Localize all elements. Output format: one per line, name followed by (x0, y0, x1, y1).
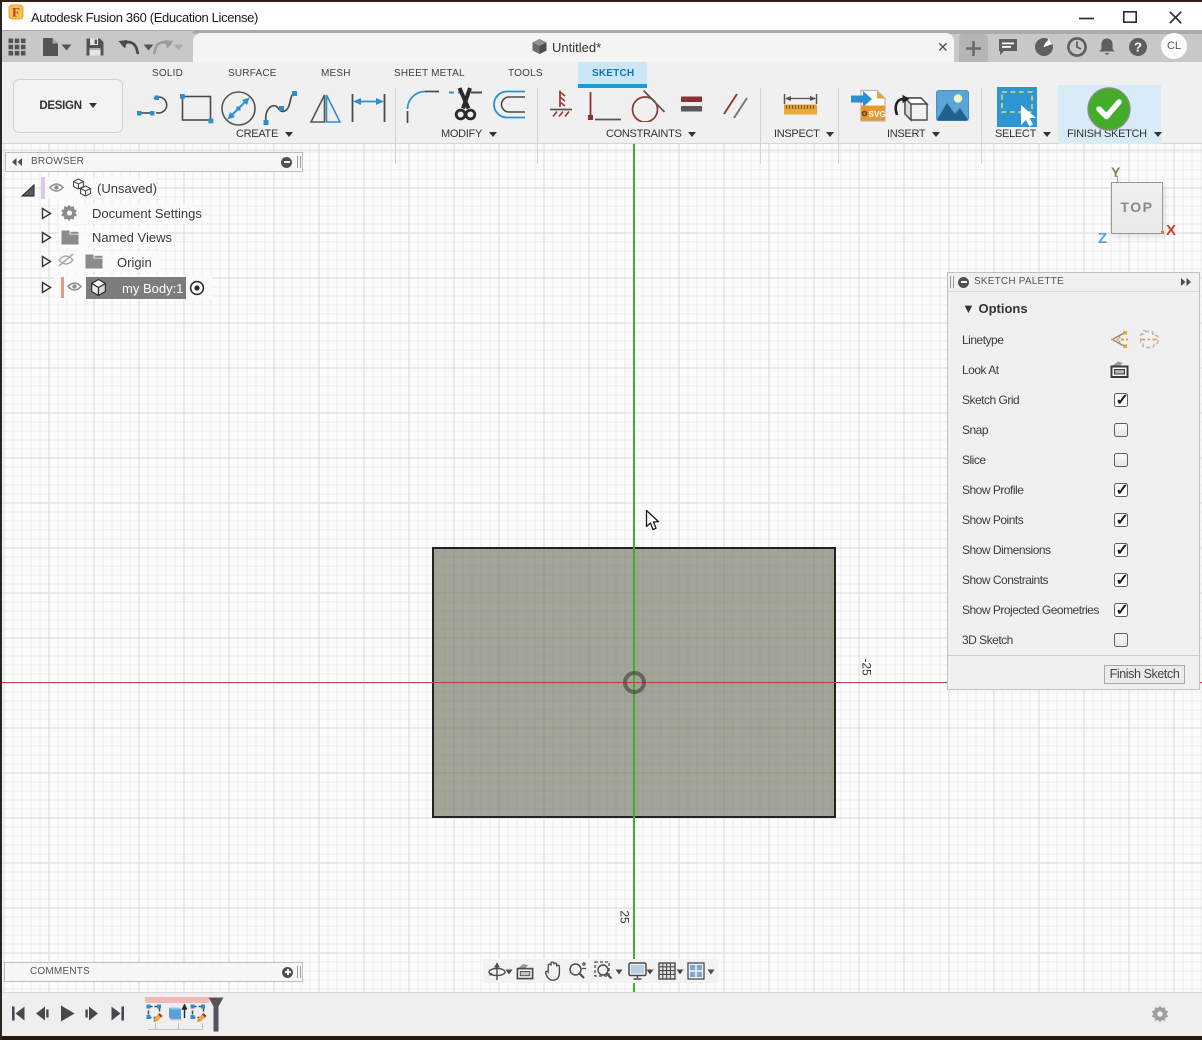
svg-text:SVG: SVG (869, 110, 886, 119)
svg-text:?: ? (1134, 40, 1142, 55)
svg-text:F: F (12, 5, 20, 20)
